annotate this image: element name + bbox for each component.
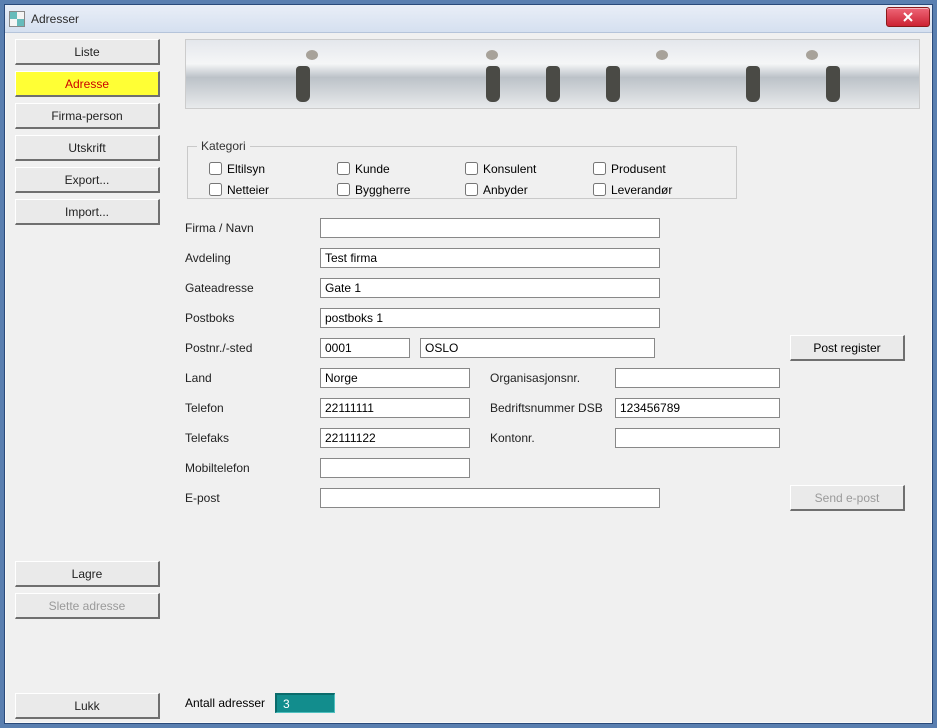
lagre-button[interactable]: Lagre bbox=[15, 561, 160, 587]
mobil-input[interactable] bbox=[320, 458, 470, 478]
label-firma: Firma / Navn bbox=[185, 221, 320, 235]
kategori-konsulent[interactable]: Konsulent bbox=[461, 159, 589, 178]
avdeling-input[interactable] bbox=[320, 248, 660, 268]
label-telefon: Telefon bbox=[185, 401, 320, 415]
poststed-input[interactable] bbox=[420, 338, 655, 358]
label-gateadresse: Gateadresse bbox=[185, 281, 320, 295]
label-kontonr: Kontonr. bbox=[490, 431, 615, 445]
label-postboks: Postboks bbox=[185, 311, 320, 325]
checkbox-leverandor[interactable] bbox=[593, 183, 606, 196]
kategori-eltilsyn[interactable]: Eltilsyn bbox=[205, 159, 333, 178]
client-area: Liste Adresse Firma-person Utskrift Expo… bbox=[5, 33, 932, 723]
telefaks-input[interactable] bbox=[320, 428, 470, 448]
label-orgnr: Organisasjonsnr. bbox=[490, 371, 615, 385]
bedriftsnr-input[interactable] bbox=[615, 398, 780, 418]
lukk-button[interactable]: Lukk bbox=[15, 693, 160, 719]
epost-input[interactable] bbox=[320, 488, 660, 508]
close-button[interactable] bbox=[886, 7, 930, 27]
label-bedriftsnr: Bedriftsnummer DSB bbox=[490, 401, 615, 415]
kontonr-input[interactable] bbox=[615, 428, 780, 448]
sidebar: Liste Adresse Firma-person Utskrift Expo… bbox=[15, 39, 170, 725]
kategori-legend: Kategori bbox=[197, 139, 250, 153]
postnr-input[interactable] bbox=[320, 338, 410, 358]
slette-adresse-button[interactable]: Slette adresse bbox=[15, 593, 160, 619]
checkbox-netteier[interactable] bbox=[209, 183, 222, 196]
checkbox-konsulent[interactable] bbox=[465, 162, 478, 175]
nav-utskrift[interactable]: Utskrift bbox=[15, 135, 160, 161]
label-avdeling: Avdeling bbox=[185, 251, 320, 265]
label-postnr: Postnr./-sted bbox=[185, 341, 320, 355]
kategori-anbyder[interactable]: Anbyder bbox=[461, 180, 589, 199]
land-input[interactable] bbox=[320, 368, 470, 388]
label-land: Land bbox=[185, 371, 320, 385]
send-epost-button[interactable]: Send e-post bbox=[790, 485, 905, 511]
nav-export[interactable]: Export... bbox=[15, 167, 160, 193]
kategori-byggherre[interactable]: Byggherre bbox=[333, 180, 461, 199]
gateadresse-input[interactable] bbox=[320, 278, 660, 298]
post-register-button[interactable]: Post register bbox=[790, 335, 905, 361]
label-mobil: Mobiltelefon bbox=[185, 461, 320, 475]
checkbox-byggherre[interactable] bbox=[337, 183, 350, 196]
nav-liste[interactable]: Liste bbox=[15, 39, 160, 65]
orgnr-input[interactable] bbox=[615, 368, 780, 388]
kategori-netteier[interactable]: Netteier bbox=[205, 180, 333, 199]
kategori-leverandor[interactable]: Leverandør bbox=[589, 180, 717, 199]
label-telefaks: Telefaks bbox=[185, 431, 320, 445]
antall-adresser-count: 3 bbox=[275, 693, 335, 713]
checkbox-produsent[interactable] bbox=[593, 162, 606, 175]
nav-adresse[interactable]: Adresse bbox=[15, 71, 160, 97]
kategori-group: Kategori Eltilsyn Kunde Konsulent Produs… bbox=[187, 139, 737, 199]
label-antall-adresser: Antall adresser bbox=[185, 696, 265, 710]
footer: Antall adresser 3 bbox=[185, 693, 335, 713]
titlebar: Adresser bbox=[5, 5, 932, 33]
nav-firma-person[interactable]: Firma-person bbox=[15, 103, 160, 129]
postboks-input[interactable] bbox=[320, 308, 660, 328]
checkbox-eltilsyn[interactable] bbox=[209, 162, 222, 175]
nav-import[interactable]: Import... bbox=[15, 199, 160, 225]
firma-input[interactable] bbox=[320, 218, 660, 238]
kategori-kunde[interactable]: Kunde bbox=[333, 159, 461, 178]
label-epost: E-post bbox=[185, 491, 320, 505]
checkbox-kunde[interactable] bbox=[337, 162, 350, 175]
app-icon bbox=[9, 11, 25, 27]
address-form: Firma / Navn Avdeling Gateadresse Postbo… bbox=[185, 213, 905, 513]
close-icon bbox=[902, 12, 914, 22]
kategori-produsent[interactable]: Produsent bbox=[589, 159, 717, 178]
window-title: Adresser bbox=[31, 12, 79, 26]
telefon-input[interactable] bbox=[320, 398, 470, 418]
window: Adresser Liste Adresse Firma-person Utsk… bbox=[4, 4, 933, 724]
banner-image bbox=[185, 39, 920, 109]
checkbox-anbyder[interactable] bbox=[465, 183, 478, 196]
